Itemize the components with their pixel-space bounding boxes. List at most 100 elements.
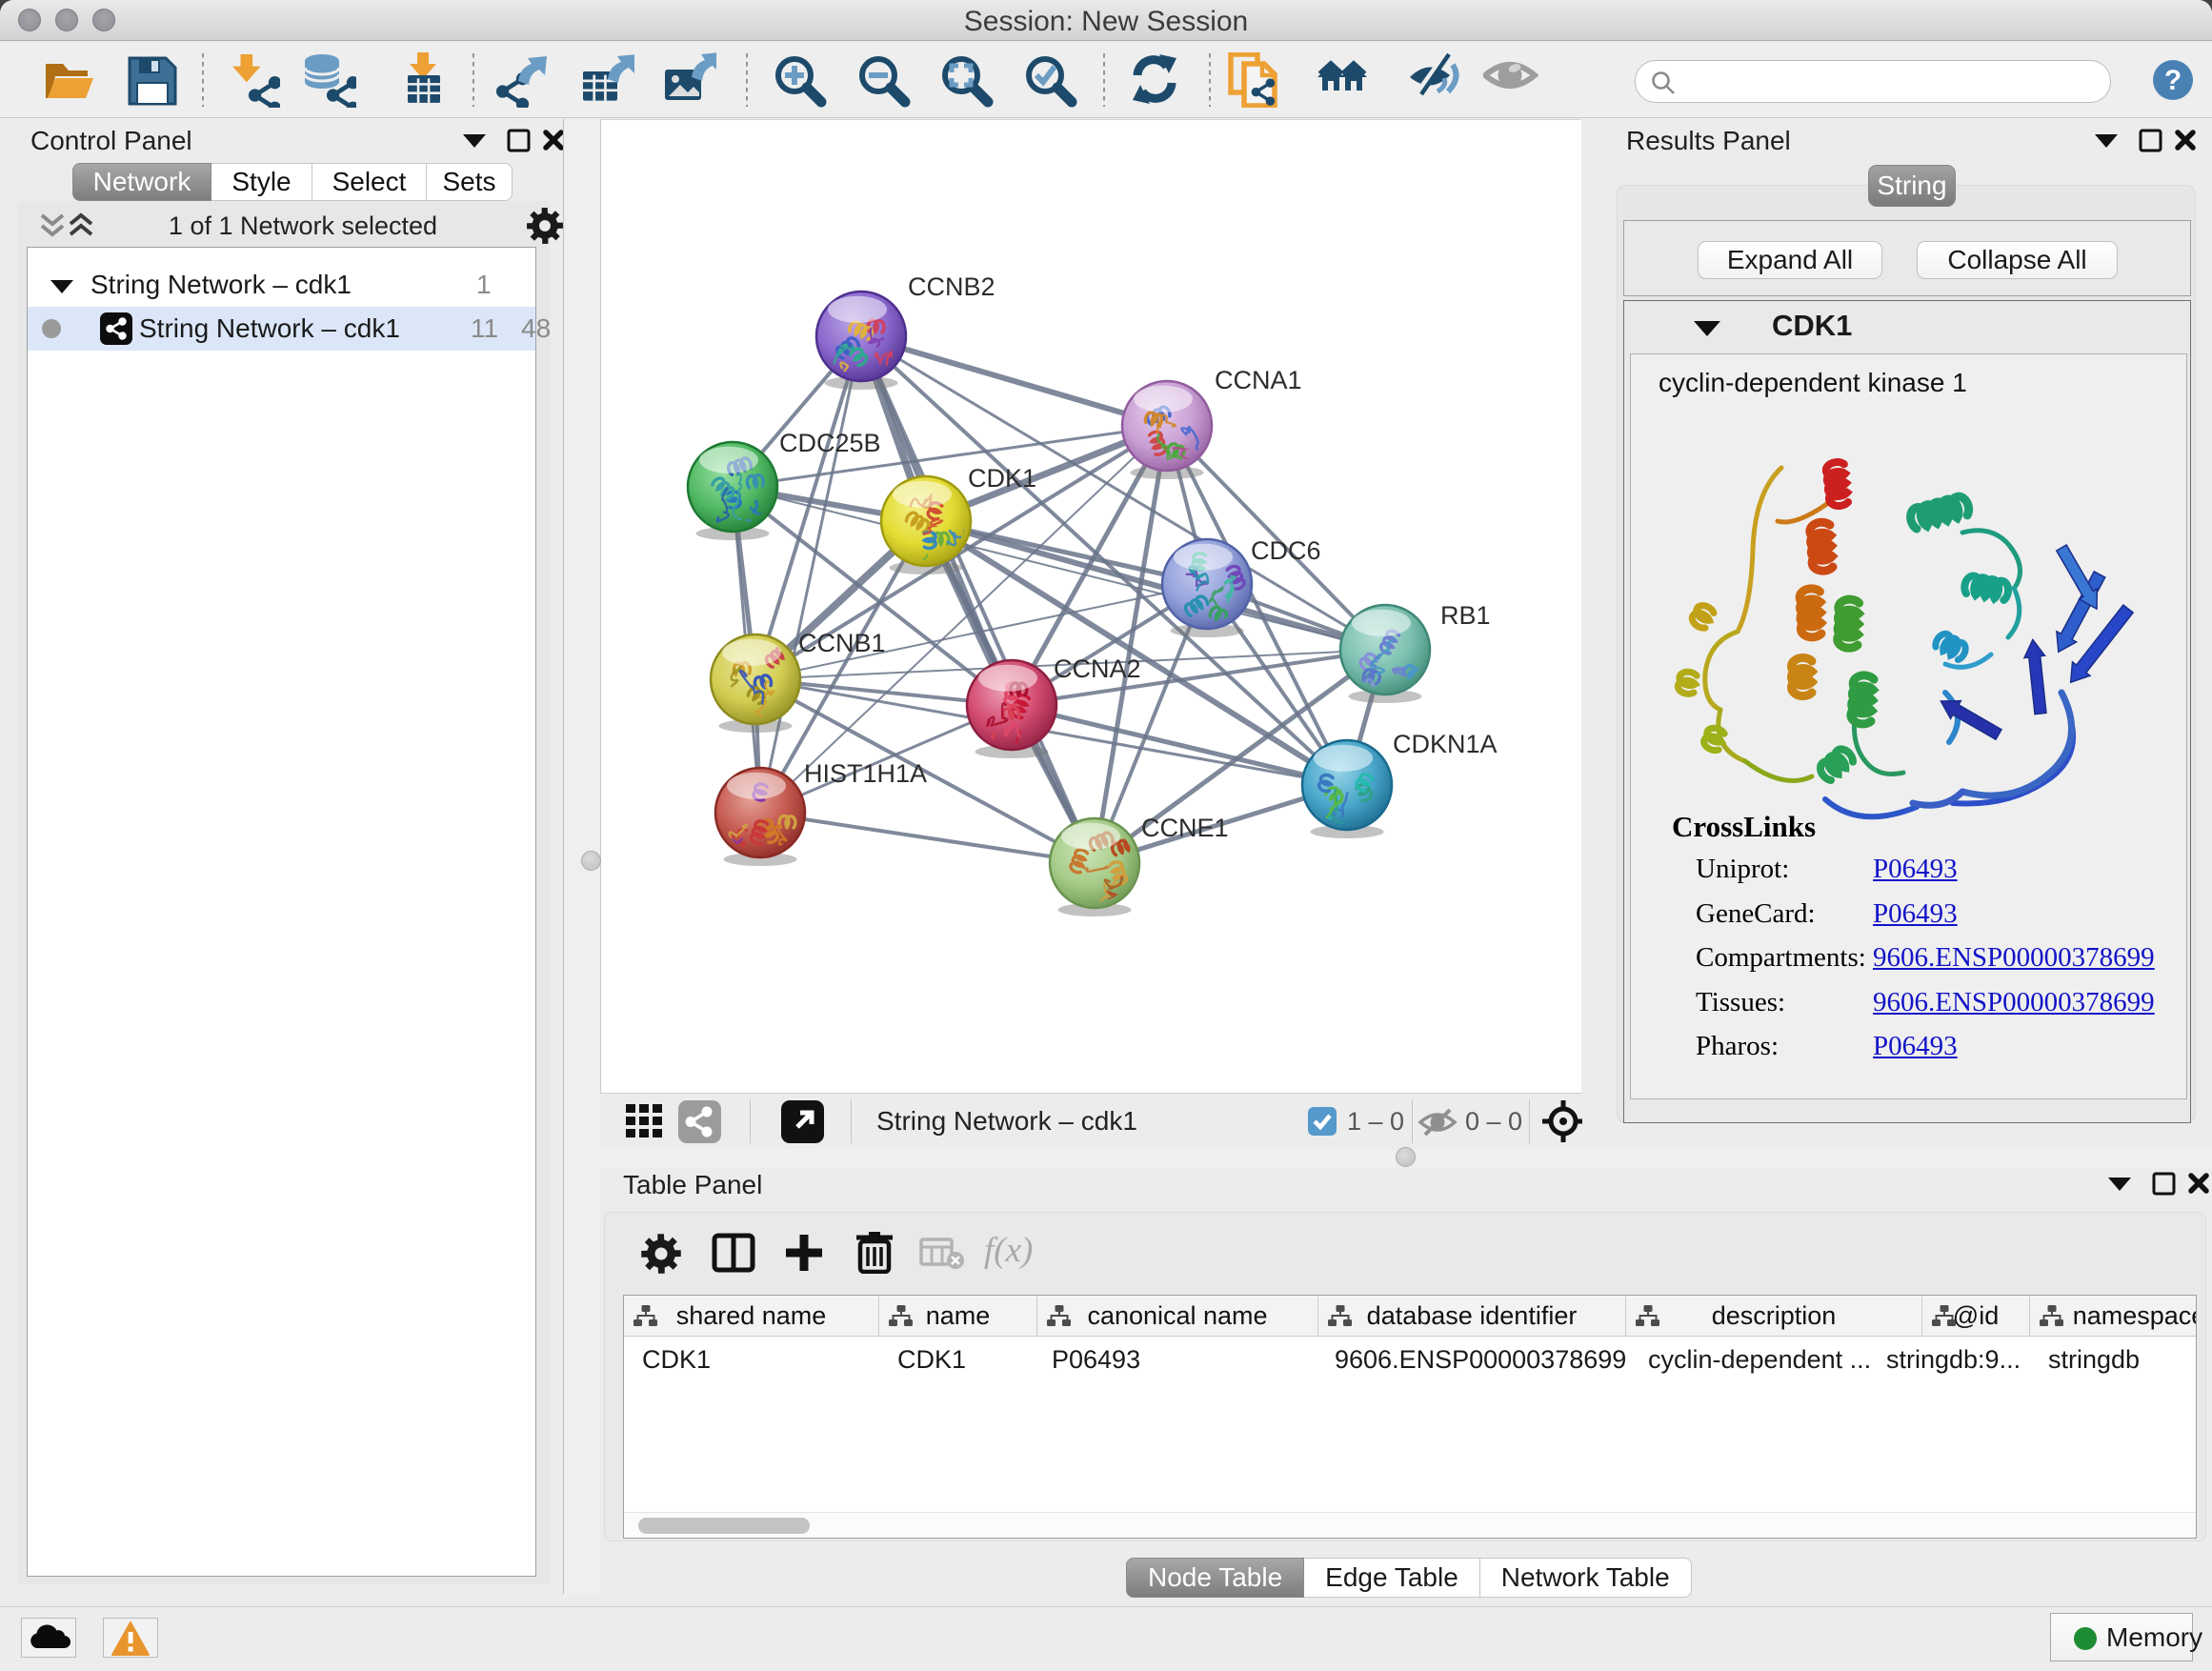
refresh-network-icon[interactable] bbox=[1127, 52, 1182, 114]
panel-float-icon[interactable] bbox=[2108, 1178, 2131, 1191]
graph-node-CCNB1[interactable] bbox=[711, 634, 800, 757]
column-type-icon bbox=[633, 1304, 658, 1328]
tab-select[interactable]: Select bbox=[312, 163, 427, 201]
panel-close-icon[interactable] bbox=[2191, 1176, 2206, 1191]
tab-network-table[interactable]: Network Table bbox=[1480, 1558, 1692, 1598]
column-header-name[interactable]: name bbox=[879, 1296, 1037, 1337]
scrollbar-thumb[interactable] bbox=[638, 1518, 810, 1534]
column-header--id[interactable]: @id bbox=[1922, 1296, 2030, 1337]
delete-column-trash-icon[interactable] bbox=[855, 1230, 895, 1274]
zoom-selected-icon[interactable] bbox=[1022, 52, 1077, 114]
tree-row-collection[interactable]: String Network – cdk11 bbox=[28, 263, 535, 307]
graph-node-HIST1H1A[interactable] bbox=[715, 768, 805, 866]
memory-button[interactable]: Memory bbox=[2050, 1613, 2193, 1661]
statusbar-separator bbox=[1412, 1099, 1413, 1143]
create-column-plus-icon[interactable] bbox=[782, 1231, 826, 1275]
graph-node-CDC6[interactable] bbox=[1162, 539, 1252, 637]
splitter-handle-horizontal[interactable] bbox=[1396, 1147, 1416, 1167]
node-label-CDKN1A: CDKN1A bbox=[1393, 730, 1498, 759]
toolbar-separator bbox=[473, 53, 474, 107]
panel-float-icon[interactable] bbox=[463, 134, 486, 148]
panel-undock-icon[interactable] bbox=[2141, 131, 2161, 151]
statusbar-separator bbox=[750, 1099, 751, 1143]
import-network-from-file-icon[interactable] bbox=[225, 52, 280, 114]
copy-network-icon[interactable] bbox=[1228, 52, 1283, 114]
tab-sets[interactable]: Sets bbox=[427, 163, 513, 201]
selected-checkbox-icon[interactable] bbox=[1308, 1107, 1337, 1136]
table-row[interactable]: CDK1CDK1P064939606.ENSP00000378699cyclin… bbox=[624, 1338, 2197, 1381]
cloud-button[interactable] bbox=[21, 1618, 76, 1658]
collapse-all-networks-icon[interactable] bbox=[36, 211, 69, 240]
network-view-canvas[interactable]: CCNB2CCNA1CDC25BCDK1CDC6RB1CCNB1CCNA2CDK… bbox=[600, 119, 1581, 1093]
crosslink-link[interactable]: 9606.ENSP00000378699 bbox=[1873, 942, 2155, 974]
panel-undock-icon[interactable] bbox=[509, 131, 529, 151]
tab-edge-table[interactable]: Edge Table bbox=[1304, 1558, 1480, 1598]
tab-network[interactable]: Network bbox=[72, 163, 211, 201]
import-network-from-database-icon[interactable] bbox=[301, 52, 356, 114]
network-graph[interactable] bbox=[601, 120, 1582, 1094]
birds-eye-view-icon[interactable] bbox=[1540, 1098, 1586, 1144]
column-header-namespace[interactable]: namespace bbox=[2030, 1296, 2197, 1337]
column-header-database-identifier[interactable]: database identifier bbox=[1318, 1296, 1626, 1337]
column-header-shared-name[interactable]: shared name bbox=[624, 1296, 879, 1337]
tab-string[interactable]: String bbox=[1868, 165, 1956, 207]
column-type-icon bbox=[1327, 1304, 1353, 1328]
open-session-icon[interactable] bbox=[42, 52, 97, 114]
network-options-gear-icon[interactable] bbox=[525, 206, 565, 246]
panel-close-icon[interactable] bbox=[546, 132, 561, 148]
collapse-arrow-icon[interactable] bbox=[1691, 314, 1723, 341]
zoom-in-icon[interactable] bbox=[772, 52, 827, 114]
panel-close-icon[interactable] bbox=[2178, 132, 2193, 148]
export-table-icon[interactable] bbox=[579, 52, 634, 114]
tab-node-table[interactable]: Node Table bbox=[1126, 1558, 1304, 1598]
collapse-all-button[interactable]: Collapse All bbox=[1917, 241, 2118, 279]
window-title: Session: New Session bbox=[0, 0, 2212, 41]
warning-button[interactable] bbox=[103, 1618, 158, 1658]
graph-node-CDKN1A[interactable] bbox=[1302, 740, 1392, 852]
tree-row-network[interactable]: String Network – cdk11148 bbox=[28, 307, 535, 351]
zoom-fit-icon[interactable] bbox=[938, 52, 994, 114]
save-session-icon[interactable] bbox=[124, 52, 179, 114]
search-input[interactable] bbox=[1687, 64, 2095, 99]
graph-node-RB1[interactable] bbox=[1340, 605, 1430, 703]
crosslink-link[interactable]: 9606.ENSP00000378699 bbox=[1873, 987, 2155, 1018]
node-details-header[interactable]: CDK1 bbox=[1624, 301, 2190, 349]
panel-float-icon[interactable] bbox=[2095, 134, 2118, 148]
show-graphics-details-icon[interactable] bbox=[1483, 52, 1538, 114]
column-header-description[interactable]: description bbox=[1626, 1296, 1922, 1337]
table-horizontal-scrollbar[interactable] bbox=[624, 1512, 2196, 1538]
crosslink-link[interactable]: P06493 bbox=[1873, 1031, 1958, 1062]
first-neighbors-icon[interactable] bbox=[1316, 52, 1371, 114]
app-window: Session: New Session ? Control Panel Net… bbox=[0, 0, 2212, 1671]
expand-all-button[interactable]: Expand All bbox=[1698, 241, 1882, 279]
graph-node-CDC25B[interactable] bbox=[688, 442, 777, 540]
hide-selected-icon[interactable] bbox=[1408, 52, 1463, 114]
panel-undock-icon[interactable] bbox=[2154, 1174, 2174, 1194]
cell-canonical-name: P06493 bbox=[1037, 1338, 1318, 1381]
tree-expand-icon[interactable] bbox=[50, 276, 74, 295]
horizontal-splitter[interactable] bbox=[600, 1149, 2212, 1168]
table-gear-icon[interactable] bbox=[639, 1232, 683, 1276]
node-label-CCNB1: CCNB1 bbox=[798, 629, 886, 658]
graph-node-CCNA1[interactable] bbox=[1122, 381, 1212, 479]
search-field[interactable] bbox=[1635, 60, 2111, 103]
export-network-icon[interactable] bbox=[492, 52, 547, 114]
zoom-out-icon[interactable] bbox=[855, 52, 911, 114]
column-header-canonical-name[interactable]: canonical name bbox=[1037, 1296, 1318, 1337]
node-label-CDC6: CDC6 bbox=[1251, 536, 1321, 566]
export-image-icon[interactable] bbox=[661, 52, 716, 114]
graph-node-CCNE1[interactable] bbox=[1050, 818, 1139, 923]
toolbar-separator bbox=[202, 53, 204, 107]
import-table-from-file-icon[interactable] bbox=[398, 52, 453, 114]
show-columns-icon[interactable] bbox=[712, 1232, 755, 1274]
crosslink-link[interactable]: P06493 bbox=[1873, 854, 1958, 885]
crosslink-link[interactable]: P06493 bbox=[1873, 898, 1958, 930]
splitter-handle-left[interactable] bbox=[581, 851, 601, 871]
tab-style[interactable]: Style bbox=[211, 163, 312, 201]
network-share-icon[interactable] bbox=[678, 1100, 721, 1143]
grid-view-icon[interactable] bbox=[624, 1100, 666, 1142]
open-in-window-icon[interactable] bbox=[781, 1100, 824, 1143]
graph-edge-CDC25B-RB1[interactable] bbox=[733, 487, 1385, 650]
graph-node-CDK1[interactable] bbox=[881, 476, 971, 578]
help-icon[interactable]: ? bbox=[2152, 59, 2194, 108]
